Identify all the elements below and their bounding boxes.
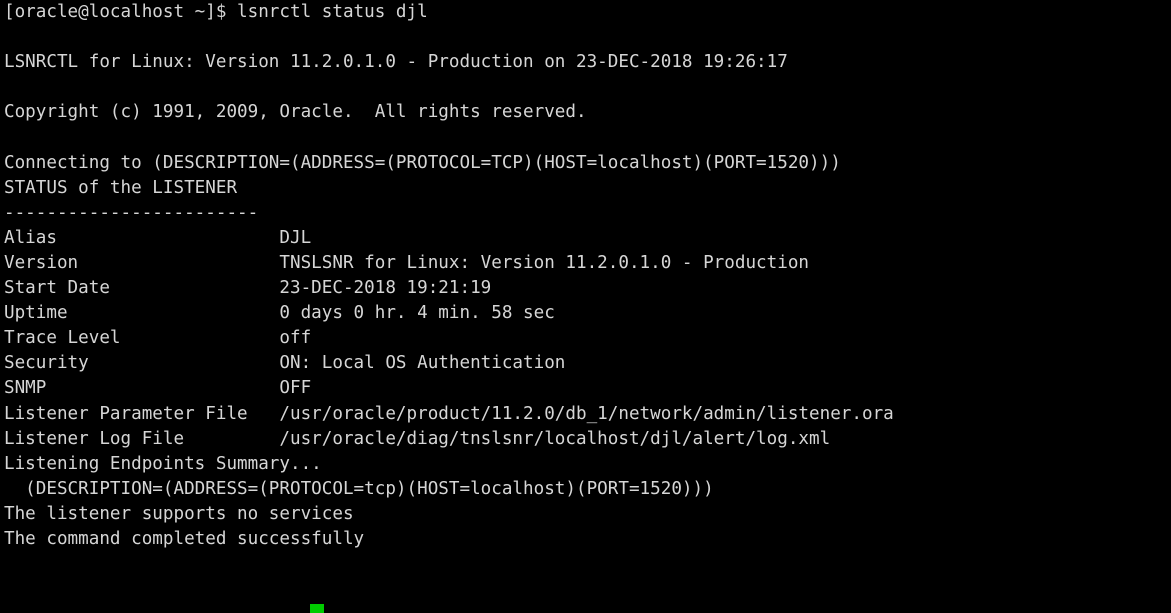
terminal-line-snmp: SNMP OFF (4, 378, 312, 399)
terminal-line-divider: ------------------------ (4, 202, 259, 223)
terminal-line-uptime: Uptime 0 days 0 hr. 4 min. 58 sec (4, 303, 555, 324)
terminal-line-listener-parameter-file: Listener Parameter File /usr/oracle/prod… (4, 403, 894, 424)
terminal-line-connecting: Connecting to (DESCRIPTION=(ADDRESS=(PRO… (4, 152, 841, 173)
terminal-output: [oracle@localhost ~]$ lsnrctl status djl… (4, 0, 1171, 552)
terminal-line-lsnrctl-version: LSNRCTL for Linux: Version 11.2.0.1.0 - … (4, 52, 788, 73)
terminal-line-command-completed: The command completed successfully (4, 528, 365, 549)
terminal-line-endpoint-description: (DESCRIPTION=(ADDRESS=(PROTOCOL=tcp)(HOS… (4, 478, 714, 499)
terminal-line-listener-log-file: Listener Log File /usr/oracle/diag/tnsls… (4, 428, 831, 449)
terminal-window[interactable]: [oracle@localhost ~]$ lsnrctl status djl… (0, 0, 1171, 613)
terminal-line-trace-level: Trace Level off (4, 328, 312, 349)
terminal-line-endpoints-summary: Listening Endpoints Summary... (4, 453, 322, 474)
terminal-line-security: Security ON: Local OS Authentication (4, 353, 566, 374)
terminal-line-alias: Alias DJL (4, 227, 312, 248)
terminal-cursor (310, 604, 324, 613)
terminal-line-prompt-command: [oracle@localhost ~]$ lsnrctl status djl (4, 2, 428, 22)
terminal-line-copyright: Copyright (c) 1991, 2009, Oracle. All ri… (4, 102, 587, 123)
terminal-line-start-date: Start Date 23-DEC-2018 19:21:19 (4, 278, 492, 299)
terminal-line-no-services: The listener supports no services (4, 503, 354, 524)
terminal-line-status-header: STATUS of the LISTENER (4, 177, 238, 198)
terminal-line-version: Version TNSLSNR for Linux: Version 11.2.… (4, 252, 810, 273)
